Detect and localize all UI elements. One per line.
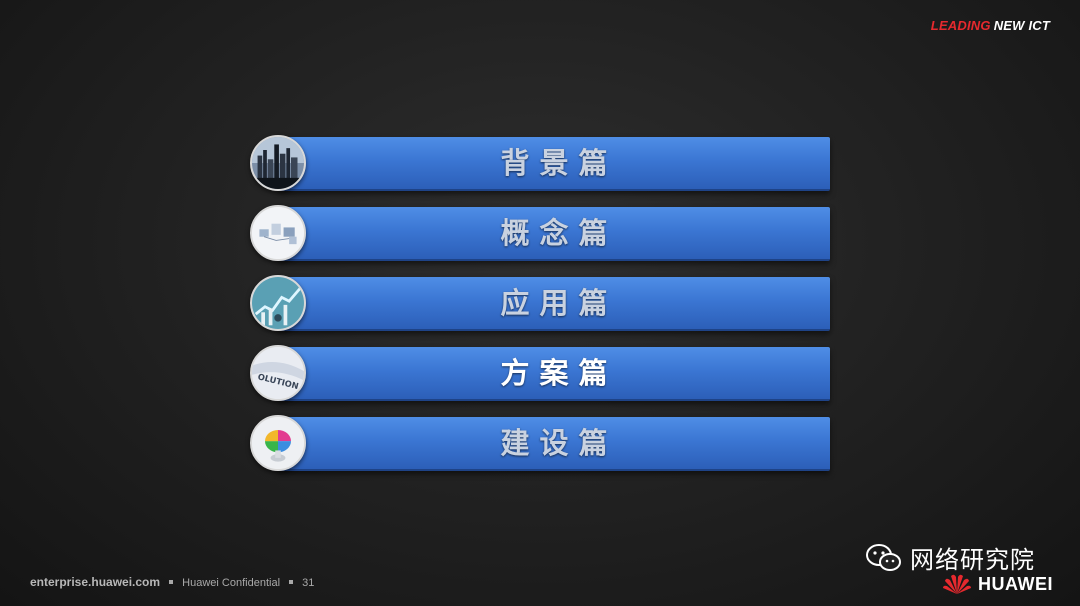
tagline-leading: LEADING bbox=[930, 18, 991, 33]
menu-item-solution[interactable]: 方案篇 OLUTION bbox=[250, 345, 830, 401]
footer-site: enterprise.huawei.com bbox=[30, 575, 161, 589]
wechat-watermark: 网络研究院 bbox=[866, 540, 1035, 575]
menu-item-background[interactable]: 背景篇 bbox=[250, 135, 830, 191]
menu-item-label: 背景篇 bbox=[500, 146, 618, 180]
growth-chart-icon bbox=[250, 275, 306, 331]
network-devices-icon bbox=[250, 205, 306, 261]
solution-text-icon: OLUTION bbox=[250, 345, 306, 401]
menu-item-application[interactable]: 应用篇 bbox=[250, 275, 830, 331]
chapter-menu: 背景篇 概念篇 应用篇 方案篇 OLUTION 建设篇 bbox=[250, 135, 830, 485]
menu-item-concept[interactable]: 概念篇 bbox=[250, 205, 830, 261]
wechat-account-name: 网络研究院 bbox=[910, 546, 1035, 574]
huawei-flower-icon bbox=[943, 574, 971, 594]
separator-icon bbox=[289, 580, 294, 584]
footer-confidential: Huawei Confidential bbox=[182, 577, 281, 589]
huawei-logo: HUAWEI bbox=[942, 573, 1053, 595]
separator-icon bbox=[169, 580, 174, 584]
huawei-wordmark: HUAWEI bbox=[978, 573, 1053, 594]
menu-item-label: 方案篇 bbox=[500, 356, 618, 390]
brand-tagline: LEADING NEW ICT bbox=[931, 18, 1050, 33]
city-skyline-icon bbox=[250, 135, 306, 191]
page-number: 31 bbox=[302, 577, 315, 589]
menu-item-label: 概念篇 bbox=[500, 216, 618, 250]
wechat-icon bbox=[866, 543, 901, 571]
footer: enterprise.huawei.com Huawei Confidentia… bbox=[30, 575, 314, 589]
menu-item-label: 应用篇 bbox=[500, 286, 618, 320]
menu-item-label: 建设篇 bbox=[500, 426, 618, 460]
tagline-new-ict: NEW ICT bbox=[993, 18, 1050, 33]
menu-item-construction[interactable]: 建设篇 bbox=[250, 415, 830, 471]
puzzle-sphere-icon bbox=[250, 415, 306, 471]
